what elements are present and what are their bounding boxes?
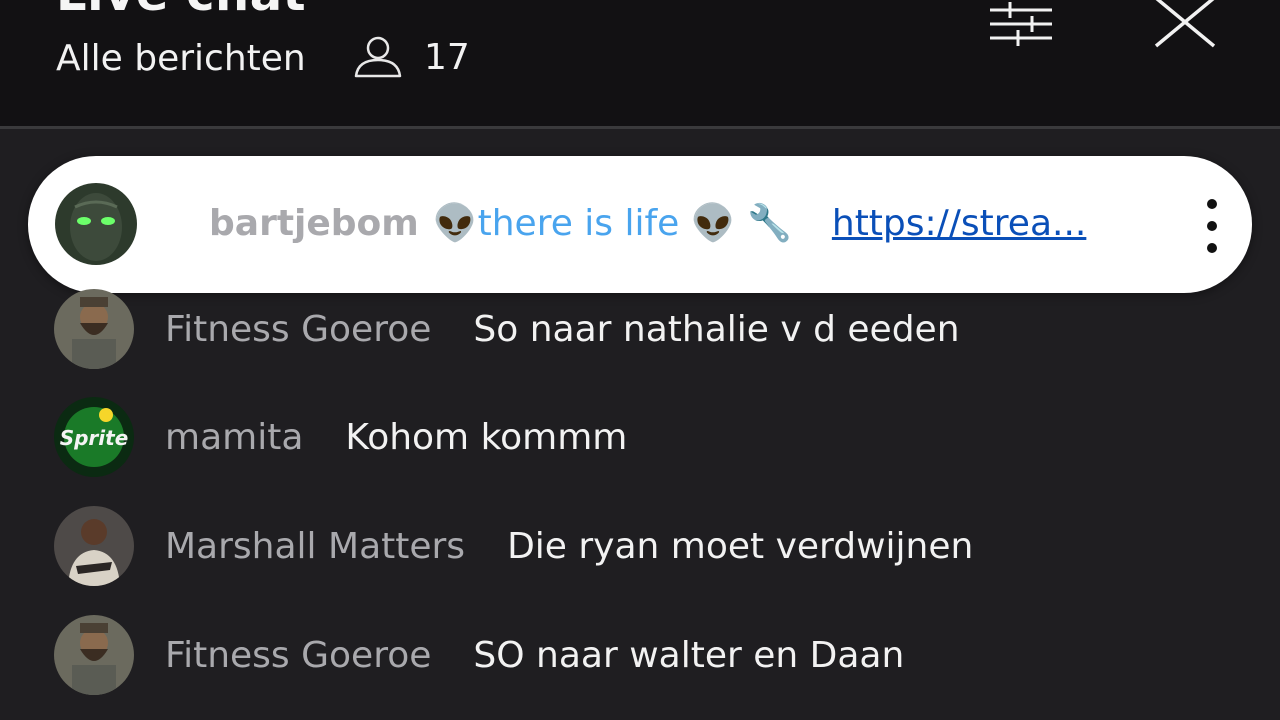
person-icon bbox=[354, 36, 402, 78]
message-author[interactable]: Fitness Goeroe bbox=[165, 635, 431, 676]
more-options-button[interactable] bbox=[1196, 196, 1228, 256]
message-author[interactable]: Marshall Matters bbox=[165, 526, 465, 567]
pinned-text: 👽there is life 👽 🔧 bbox=[432, 203, 792, 244]
viewer-count-value: 17 bbox=[424, 36, 470, 78]
avatar[interactable] bbox=[54, 615, 134, 695]
message-author[interactable]: mamita bbox=[165, 417, 303, 458]
chat-message[interactable]: Sprite mamita Kohom kommm bbox=[54, 396, 627, 478]
close-icon bbox=[1154, 0, 1216, 48]
settings-button[interactable] bbox=[986, 0, 1056, 50]
avatar[interactable] bbox=[55, 183, 137, 265]
message-text: Die ryan moet verdwijnen bbox=[507, 525, 974, 567]
pinned-author[interactable]: bartjebom bbox=[209, 203, 419, 244]
message-author[interactable]: Fitness Goeroe bbox=[165, 309, 431, 350]
chat-message[interactable]: Marshall Matters Die ryan moet verdwijne… bbox=[54, 505, 973, 587]
more-vert-icon bbox=[1207, 199, 1217, 253]
viewer-count: 17 bbox=[354, 36, 470, 78]
filter-dropdown[interactable]: Alle berichten bbox=[56, 38, 306, 79]
sliders-icon bbox=[990, 2, 1052, 46]
chat-message[interactable]: Fitness Goeroe SO naar walter en Daan bbox=[54, 614, 904, 696]
avatar[interactable]: Sprite bbox=[54, 397, 134, 477]
message-text: SO naar walter en Daan bbox=[473, 634, 905, 676]
chat-message[interactable]: Fitness Goeroe So naar nathalie v d eede… bbox=[54, 288, 960, 370]
pinned-content: bartjebom 👽there is life 👽 🔧 https://strea… bbox=[178, 202, 1086, 244]
pinned-link[interactable]: https://strea... bbox=[832, 203, 1086, 244]
message-text: So naar nathalie v d eeden bbox=[473, 308, 960, 350]
chat-header: Live chat Alle berichten 17 bbox=[0, 0, 1280, 129]
pinned-message[interactable]: bartjebom 👽there is life 👽 🔧 https://strea… bbox=[28, 156, 1252, 293]
avatar[interactable] bbox=[54, 289, 134, 369]
avatar[interactable] bbox=[54, 506, 134, 586]
close-button[interactable] bbox=[1150, 0, 1220, 52]
message-text: Kohom kommm bbox=[345, 416, 628, 458]
chat-title: Live chat bbox=[56, 0, 306, 22]
svg-text:Sprite: Sprite bbox=[60, 426, 129, 450]
